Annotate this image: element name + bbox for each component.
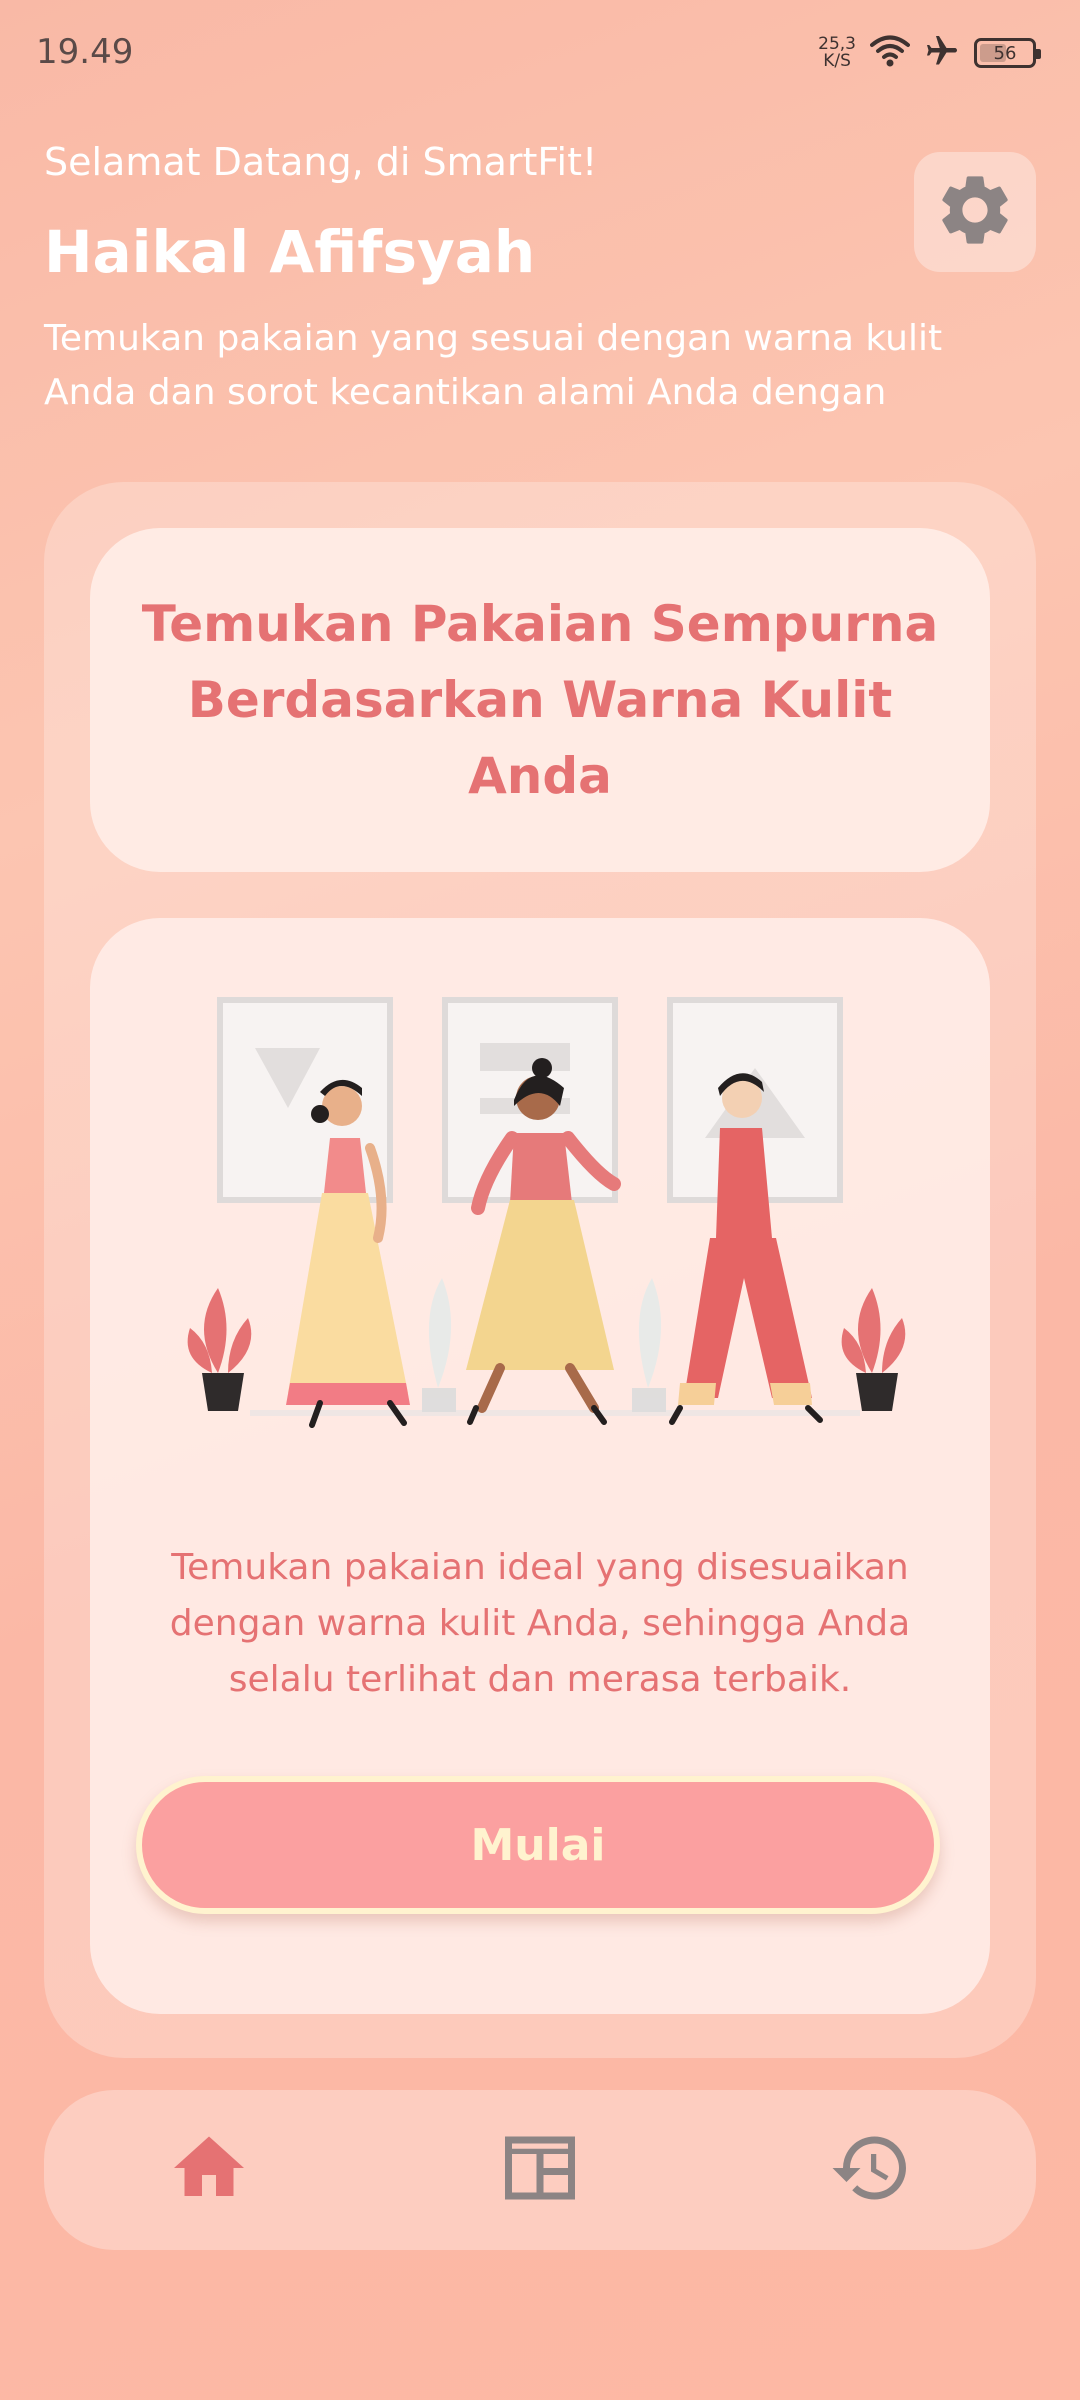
status-time: 19.49 [36,32,134,72]
gear-icon [933,168,1017,256]
airplane-icon [924,33,960,73]
nav-item-home[interactable] [149,2110,269,2230]
fashion-illustration [180,988,910,1458]
bottom-nav [44,2090,1036,2250]
start-button[interactable]: Mulai [136,1776,940,1914]
wifi-icon [870,34,910,72]
history-icon [829,2126,913,2214]
description-text: Temukan pakaian ideal yang disesuaikan d… [169,1547,911,1700]
nav-item-history[interactable] [811,2110,931,2230]
content-card: Temukan pakaian ideal yang disesuaikan d… [90,918,990,2014]
battery-level: 56 [993,42,1017,64]
user-name: Haikal Afifsyah [44,218,536,286]
main-title: Temukan Pakaian Sempurna Berdasarkan War… [141,595,939,805]
settings-button[interactable] [914,152,1036,272]
network-speed: 25,3 K/S [818,36,856,70]
network-speed-unit: K/S [823,51,851,71]
main-panel: Temukan Pakaian Sempurna Berdasarkan War… [44,482,1036,2058]
intro-text: Temukan pakaian yang sesuai dengan warna… [44,318,943,413]
welcome-text: Selamat Datang, di SmartFit! [44,140,598,184]
plant-right [841,1288,906,1411]
status-bar: 19.49 25,3 K/S 56 [0,0,1080,110]
title-card: Temukan Pakaian Sempurna Berdasarkan War… [90,528,990,872]
plant-left [187,1288,252,1411]
nav-item-catalog[interactable] [480,2110,600,2230]
battery-icon: 56 [974,38,1041,68]
catalog-icon [498,2126,582,2214]
status-icons: 25,3 K/S 56 [818,30,1041,76]
home-icon [167,2126,251,2214]
